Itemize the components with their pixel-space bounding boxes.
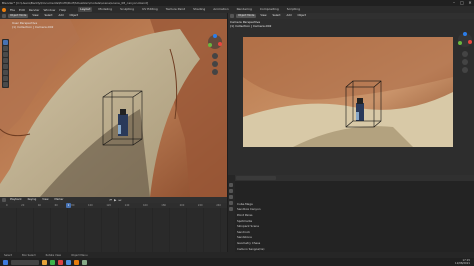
menu-object[interactable]: Object bbox=[296, 14, 308, 18]
outliner-item-label: Geometry Chess bbox=[237, 240, 261, 245]
menu-object[interactable]: Object bbox=[68, 14, 80, 18]
mode-dropdown[interactable]: Object Mode bbox=[8, 14, 29, 18]
tab-layout[interactable]: Layout bbox=[78, 7, 93, 12]
outliner-item-label: Sandrock bbox=[237, 229, 250, 234]
jump-start-icon[interactable]: ⏮ bbox=[109, 198, 112, 202]
tab-scripting[interactable]: Scripting bbox=[285, 7, 302, 12]
outliner-item-label: Skinpack Scene bbox=[237, 224, 260, 229]
top-menubar: File Edit Render Window Help Layout Mode… bbox=[0, 6, 474, 13]
tool-properties-icon[interactable] bbox=[229, 183, 233, 187]
scale-tool-icon[interactable] bbox=[3, 64, 8, 69]
camera-frame-render bbox=[243, 37, 453, 147]
outliner-item[interactable]: Caduno Sangoa(1s) bbox=[228, 246, 474, 252]
app-icon[interactable] bbox=[82, 259, 87, 265]
navigation-gizmo[interactable] bbox=[206, 33, 224, 75]
start-icon[interactable] bbox=[3, 259, 8, 265]
viewport-collection-label: (1) Collection | Camera.002 bbox=[12, 25, 54, 29]
tab-shading[interactable]: Shading bbox=[191, 7, 207, 12]
tab-texture-paint[interactable]: Texture Paint bbox=[164, 7, 187, 12]
tab-rendering[interactable]: Rendering bbox=[235, 7, 254, 12]
os-taskbar: 17:15 12/08/2021 bbox=[0, 258, 474, 266]
menu-view[interactable]: View bbox=[30, 14, 40, 18]
app-icon[interactable] bbox=[58, 259, 63, 265]
tab-animation[interactable]: Animation bbox=[211, 7, 230, 12]
right-viewport-header: Object Mode View Select Add Object bbox=[228, 13, 474, 19]
rotate-tool-icon[interactable] bbox=[3, 58, 8, 63]
outliner-item-label: Spotmedia bbox=[237, 218, 253, 223]
character-figure bbox=[356, 98, 364, 121]
menu-select[interactable]: Select bbox=[271, 14, 283, 18]
menu-help[interactable]: Help bbox=[59, 8, 66, 12]
menu-add[interactable]: Add bbox=[285, 14, 294, 18]
menu-playback[interactable]: Playback bbox=[8, 198, 24, 202]
outliner-item-label: Caduno Sangoa(1s) bbox=[237, 246, 265, 251]
editor-type-icon[interactable] bbox=[2, 14, 6, 18]
viewport-collection-label: (1) Collection | Camera.002 bbox=[230, 24, 272, 28]
left-scene-render bbox=[0, 19, 227, 197]
right-camera-viewport[interactable]: Object Mode View Select Add Object Camer… bbox=[228, 13, 474, 175]
taskbar-date: 12/08/2021 bbox=[455, 262, 470, 265]
menu-add[interactable]: Add bbox=[57, 14, 66, 18]
explorer-icon[interactable] bbox=[42, 259, 47, 265]
app-icon[interactable] bbox=[66, 259, 71, 265]
outliner-item-label: Sandstone bbox=[237, 235, 252, 240]
menu-edit[interactable]: Edit bbox=[19, 8, 25, 12]
blender-icon[interactable] bbox=[74, 259, 79, 265]
status-rotate-view: Rotate View bbox=[45, 253, 62, 257]
cursor-tool-icon[interactable] bbox=[3, 46, 8, 51]
move-tool-icon[interactable] bbox=[3, 52, 8, 57]
mode-dropdown[interactable]: Object Mode bbox=[236, 14, 257, 18]
navigation-gizmo[interactable] bbox=[456, 31, 474, 73]
menu-render[interactable]: Render bbox=[29, 8, 40, 12]
left-3d-viewport[interactable]: Object Mode View Select Add Object User … bbox=[0, 13, 227, 197]
menu-keying[interactable]: Keying bbox=[26, 198, 39, 202]
play-icon[interactable]: ▶ bbox=[114, 198, 116, 202]
tab-uv-editing[interactable]: UV Editing bbox=[140, 7, 160, 12]
tab-sculpting[interactable]: Sculpting bbox=[118, 7, 136, 12]
status-object-menu: Object Menu bbox=[71, 253, 88, 257]
toolbar bbox=[2, 39, 9, 88]
status-select: Select bbox=[4, 253, 13, 257]
render-properties-icon[interactable] bbox=[229, 189, 233, 193]
outliner-item-label: Cube.Mega bbox=[237, 201, 253, 206]
status-box-select: Box Select bbox=[22, 253, 36, 257]
menu-marker[interactable]: Marker bbox=[52, 198, 65, 202]
taskbar-search-input[interactable] bbox=[11, 259, 39, 265]
output-properties-icon[interactable] bbox=[229, 195, 233, 199]
tab-modeling[interactable]: Modeling bbox=[96, 7, 114, 12]
select-tool-icon[interactable] bbox=[3, 40, 8, 45]
tab-compositing[interactable]: Compositing bbox=[258, 7, 281, 12]
timeline-tracks[interactable] bbox=[0, 208, 227, 258]
blender-logo-icon[interactable] bbox=[2, 7, 6, 12]
transform-tool-icon[interactable] bbox=[3, 70, 8, 75]
menu-view[interactable]: View bbox=[40, 198, 50, 202]
scene-properties-icon[interactable] bbox=[229, 201, 233, 205]
editor-type-icon[interactable] bbox=[2, 198, 6, 202]
menu-select[interactable]: Select bbox=[43, 14, 55, 18]
outliner-item-label: Sandbox Canyon bbox=[237, 207, 261, 212]
outliner-search-input[interactable] bbox=[236, 176, 276, 180]
object-properties-icon[interactable] bbox=[229, 207, 233, 211]
annotate-tool-icon[interactable] bbox=[3, 76, 8, 81]
app-icon[interactable] bbox=[50, 259, 55, 265]
jump-end-icon[interactable]: ⏭ bbox=[118, 198, 121, 202]
menu-window[interactable]: Window bbox=[44, 8, 56, 12]
menu-view[interactable]: View bbox=[258, 14, 268, 18]
editor-type-icon[interactable] bbox=[230, 14, 234, 18]
measure-tool-icon[interactable] bbox=[3, 82, 8, 87]
outliner-item-label: Point Paras bbox=[237, 212, 253, 217]
menu-file[interactable]: File bbox=[10, 8, 15, 12]
